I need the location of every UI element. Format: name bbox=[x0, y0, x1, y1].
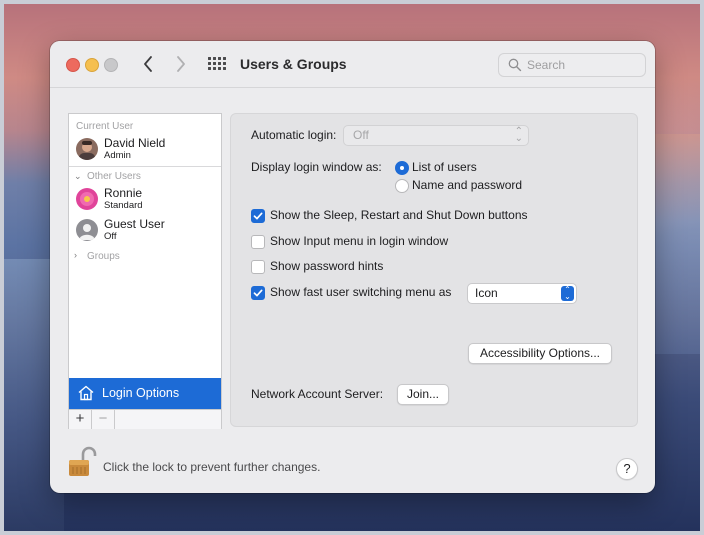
fast-switching-value: Icon bbox=[475, 286, 498, 300]
display-login-label: Display login window as: bbox=[251, 160, 382, 174]
chevron-left-icon bbox=[144, 56, 152, 72]
chevron-right-icon bbox=[177, 56, 185, 72]
sidebar-toolbar: + − bbox=[69, 409, 221, 429]
house-icon bbox=[78, 385, 94, 401]
user-name: David Nield bbox=[104, 136, 166, 150]
list-of-users-radio[interactable] bbox=[395, 161, 409, 175]
updown-chevron-icon: ⌃ ⌄ bbox=[561, 286, 574, 301]
automatic-login-label: Automatic login: bbox=[251, 128, 337, 142]
show-password-hints-checkbox[interactable] bbox=[251, 260, 265, 274]
show-sleep-restart-label: Show the Sleep, Restart and Shut Down bu… bbox=[270, 208, 528, 222]
add-user-button[interactable]: + bbox=[69, 410, 92, 429]
help-button[interactable]: ? bbox=[616, 458, 638, 480]
title-bar: Users & Groups Search bbox=[50, 41, 655, 88]
search-icon bbox=[508, 58, 522, 72]
lock-status-text: Click the lock to prevent further change… bbox=[103, 460, 321, 474]
show-all-grid-icon[interactable] bbox=[208, 57, 226, 71]
checkmark-icon bbox=[253, 212, 263, 220]
join-button[interactable]: Join... bbox=[397, 384, 449, 405]
minimize-window-button[interactable] bbox=[85, 58, 99, 72]
show-fast-switching-label: Show fast user switching menu as bbox=[270, 285, 452, 299]
show-fast-switching-checkbox[interactable] bbox=[251, 286, 265, 300]
user-role: Off bbox=[104, 231, 117, 242]
show-input-menu-label: Show Input menu in login window bbox=[270, 234, 449, 248]
user-item-david-nield[interactable]: David Nield Admin bbox=[75, 136, 215, 164]
fast-switching-select[interactable]: Icon ⌃ ⌄ bbox=[467, 283, 577, 304]
checkmark-icon bbox=[253, 289, 263, 297]
user-item-ronnie[interactable]: Ronnie Standard bbox=[75, 186, 215, 214]
show-password-hints-label: Show password hints bbox=[270, 259, 384, 273]
search-placeholder: Search bbox=[527, 58, 566, 72]
list-of-users-label: List of users bbox=[412, 160, 477, 174]
login-options-item[interactable]: Login Options bbox=[69, 378, 221, 409]
chevron-down-icon[interactable]: ⌄ bbox=[74, 171, 82, 182]
zoom-window-button[interactable] bbox=[104, 58, 118, 72]
user-name: Guest User bbox=[104, 217, 165, 231]
name-and-password-label: Name and password bbox=[412, 178, 523, 192]
user-item-guest-user[interactable]: Guest User Off bbox=[75, 217, 215, 245]
avatar bbox=[76, 138, 98, 160]
back-button[interactable] bbox=[138, 54, 158, 74]
window-title: Users & Groups bbox=[240, 56, 347, 72]
remove-user-button[interactable]: − bbox=[92, 410, 115, 429]
lock-icon[interactable] bbox=[67, 446, 97, 478]
forward-button[interactable] bbox=[171, 54, 191, 74]
avatar bbox=[76, 188, 98, 210]
accessibility-options-button[interactable]: Accessibility Options... bbox=[468, 343, 612, 364]
avatar bbox=[76, 219, 98, 241]
show-sleep-restart-checkbox[interactable] bbox=[251, 209, 265, 223]
name-and-password-radio[interactable] bbox=[395, 179, 409, 193]
user-role: Standard bbox=[104, 200, 143, 211]
users-sidebar: Current User David Nield Admin ⌄ Other U… bbox=[68, 113, 222, 429]
chevron-right-icon[interactable]: › bbox=[74, 250, 77, 260]
close-window-button[interactable] bbox=[66, 58, 80, 72]
updown-chevron-icon: ⌃ ⌄ bbox=[514, 126, 523, 144]
automatic-login-popup[interactable]: Off ⌃ ⌄ bbox=[343, 125, 529, 146]
other-users-header: Other Users bbox=[87, 171, 141, 182]
network-server-label: Network Account Server: bbox=[251, 387, 384, 401]
automatic-login-value: Off bbox=[353, 128, 369, 142]
current-user-header: Current User bbox=[76, 121, 134, 132]
groups-header: Groups bbox=[87, 251, 120, 262]
login-options-label: Login Options bbox=[102, 386, 180, 400]
system-preferences-window: Users & Groups Search Current User David… bbox=[50, 41, 655, 493]
search-field[interactable]: Search bbox=[498, 53, 646, 77]
user-name: Ronnie bbox=[104, 186, 143, 200]
show-input-menu-checkbox[interactable] bbox=[251, 235, 265, 249]
login-options-panel: Automatic login: Off ⌃ ⌄ Display login wi… bbox=[230, 113, 638, 427]
divider bbox=[69, 166, 221, 167]
user-role: Admin bbox=[104, 150, 131, 161]
